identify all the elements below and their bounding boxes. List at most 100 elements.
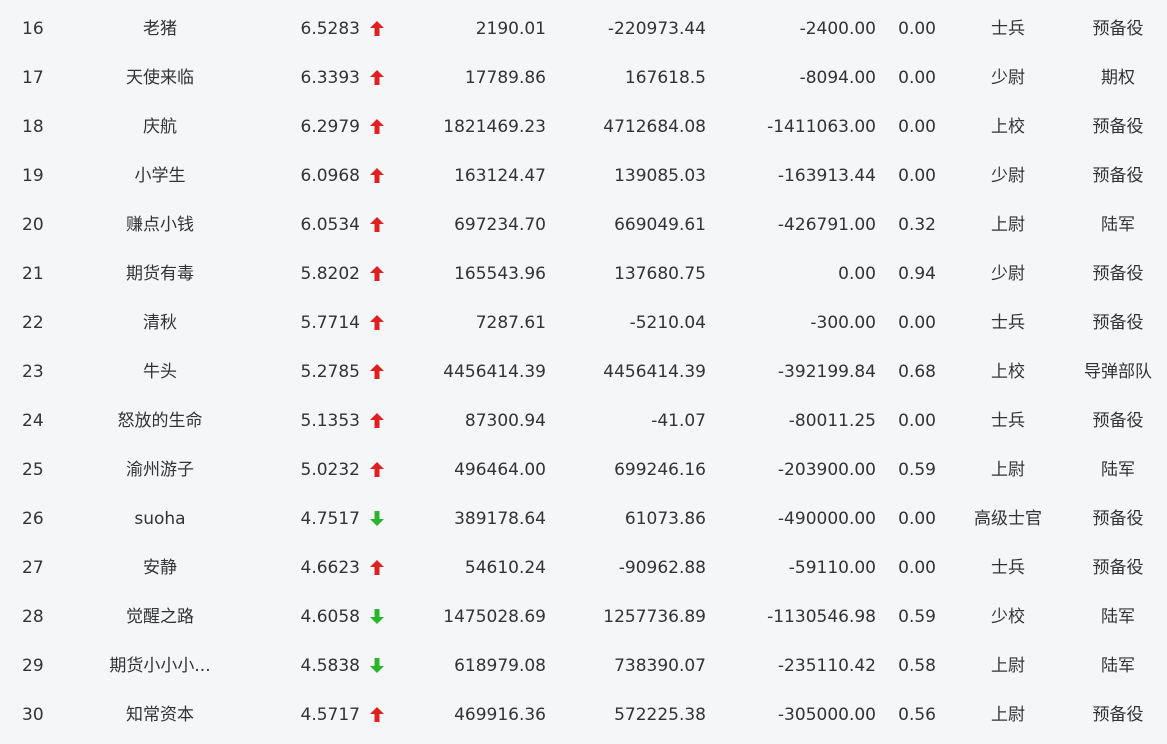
value-2-cell: 738390.07 (614, 656, 706, 676)
value-3-cell: -1411063.00 (767, 117, 876, 137)
arrow-down-icon (370, 511, 384, 527)
rank-cell: 27 (22, 558, 44, 578)
name-cell[interactable]: 怒放的生命 (95, 392, 225, 441)
score-cell: 4.6623 (300, 558, 360, 578)
rank-cell: 30 (22, 705, 44, 725)
ratio-cell: 0.00 (898, 411, 936, 431)
category-cell: 陆军 (1101, 607, 1135, 627)
value-2-cell: -41.07 (651, 411, 706, 431)
score-cell: 6.3393 (300, 68, 360, 88)
value-3-cell: -300.00 (810, 313, 876, 333)
value-2-cell: 167618.5 (624, 68, 706, 88)
value-2-cell: 139085.03 (614, 166, 706, 186)
table-row[interactable]: 24 怒放的生命 5.1353 87300.94 -41.07 -80011.2… (0, 392, 1167, 441)
table-row[interactable]: 21 期货有毒 5.8202 165543.96 137680.75 0.00 … (0, 245, 1167, 294)
score-cell: 5.0232 (300, 460, 360, 480)
name-cell[interactable]: 渝州游子 (95, 441, 225, 490)
value-2-cell: 572225.38 (614, 705, 706, 725)
value-3-cell: -163913.44 (777, 166, 876, 186)
table-row[interactable]: 19 小学生 6.0968 163124.47 139085.03 -16391… (0, 147, 1167, 196)
value-2-cell: 61073.86 (624, 509, 706, 529)
value-1-cell: 4456414.39 (443, 362, 546, 382)
table-row[interactable]: 28 觉醒之路 4.6058 1475028.69 1257736.89 -11… (0, 588, 1167, 637)
score-cell: 5.8202 (300, 264, 360, 284)
arrow-up-icon (370, 70, 384, 86)
ratio-cell: 0.32 (898, 215, 936, 235)
table-row[interactable]: 29 期货小小小... 4.5838 618979.08 738390.07 -… (0, 637, 1167, 686)
trend-cell (368, 245, 388, 294)
name-cell[interactable]: 知常资本 (95, 686, 225, 735)
ratio-cell: 0.00 (898, 19, 936, 39)
arrow-down-icon (370, 658, 384, 674)
value-1-cell: 54610.24 (464, 558, 546, 578)
rank-cell: 29 (22, 656, 44, 676)
category-cell: 陆军 (1101, 656, 1135, 676)
rank-cell: 25 (22, 460, 44, 480)
value-3-cell: 0.00 (838, 264, 876, 284)
category-cell: 陆军 (1101, 460, 1135, 480)
score-cell: 4.5838 (300, 656, 360, 676)
value-1-cell: 389178.64 (454, 509, 546, 529)
name-cell[interactable]: 天使来临 (95, 49, 225, 98)
table-row[interactable]: 20 赚点小钱 6.0534 697234.70 669049.61 -4267… (0, 196, 1167, 245)
category-cell: 期权 (1101, 68, 1135, 88)
score-cell: 4.6058 (300, 607, 360, 627)
table-row[interactable]: 26 suoha 4.7517 389178.64 61073.86 -4900… (0, 490, 1167, 539)
name-cell[interactable]: 赚点小钱 (95, 196, 225, 245)
value-1-cell: 17789.86 (464, 68, 546, 88)
rank-cell: 19 (22, 166, 44, 186)
arrow-up-icon (370, 168, 384, 184)
table-row[interactable]: 23 牛头 5.2785 4456414.39 4456414.39 -3921… (0, 343, 1167, 392)
trend-cell (368, 392, 388, 441)
score-cell: 6.0534 (300, 215, 360, 235)
table-row[interactable]: 18 庆航 6.2979 1821469.23 4712684.08 -1411… (0, 98, 1167, 147)
rank-cell: 26 (22, 509, 44, 529)
ranking-table-body: 16 老猪 6.5283 2190.01 -220973.44 -2400.00… (0, 0, 1167, 735)
ratio-cell: 0.68 (898, 362, 936, 382)
table-row[interactable]: 25 渝州游子 5.0232 496464.00 699246.16 -2039… (0, 441, 1167, 490)
trend-cell (368, 49, 388, 98)
name-cell[interactable]: suoha (95, 490, 225, 539)
name-cell[interactable]: 安静 (95, 539, 225, 588)
level-cell: 士兵 (991, 19, 1025, 39)
name-cell[interactable]: 牛头 (95, 343, 225, 392)
arrow-up-icon (370, 462, 384, 478)
ratio-cell: 0.00 (898, 68, 936, 88)
arrow-up-icon (370, 266, 384, 282)
trend-cell (368, 588, 388, 637)
category-cell: 预备役 (1092, 264, 1144, 284)
trend-cell (368, 343, 388, 392)
ratio-cell: 0.00 (898, 313, 936, 333)
name-cell[interactable]: 清秋 (95, 294, 225, 343)
name-cell[interactable]: 期货有毒 (95, 245, 225, 294)
ratio-cell: 0.58 (898, 656, 936, 676)
name-cell[interactable]: 小学生 (95, 147, 225, 196)
table-row[interactable]: 17 天使来临 6.3393 17789.86 167618.5 -8094.0… (0, 49, 1167, 98)
category-cell: 预备役 (1092, 117, 1144, 137)
value-3-cell: -235110.42 (777, 656, 876, 676)
level-cell: 少尉 (991, 68, 1025, 88)
rank-cell: 16 (22, 19, 44, 39)
value-2-cell: -220973.44 (607, 19, 706, 39)
arrow-up-icon (370, 560, 384, 576)
ratio-cell: 0.59 (898, 607, 936, 627)
level-cell: 少尉 (991, 264, 1025, 284)
value-3-cell: -8094.00 (799, 68, 876, 88)
table-row[interactable]: 30 知常资本 4.5717 469916.36 572225.38 -3050… (0, 686, 1167, 735)
name-cell[interactable]: 老猪 (95, 0, 225, 49)
arrow-up-icon (370, 364, 384, 380)
name-cell[interactable]: 觉醒之路 (95, 588, 225, 637)
value-2-cell: 4456414.39 (603, 362, 706, 382)
table-row[interactable]: 22 清秋 5.7714 7287.61 -5210.04 -300.00 0.… (0, 294, 1167, 343)
value-1-cell: 7287.61 (475, 313, 546, 333)
trend-cell (368, 637, 388, 686)
category-cell: 预备役 (1092, 509, 1144, 529)
value-1-cell: 469916.36 (454, 705, 546, 725)
table-row[interactable]: 27 安静 4.6623 54610.24 -90962.88 -59110.0… (0, 539, 1167, 588)
value-1-cell: 496464.00 (454, 460, 546, 480)
name-cell[interactable]: 庆航 (95, 98, 225, 147)
trend-cell (368, 147, 388, 196)
name-cell[interactable]: 期货小小小... (95, 637, 225, 686)
arrow-up-icon (370, 315, 384, 331)
table-row[interactable]: 16 老猪 6.5283 2190.01 -220973.44 -2400.00… (0, 0, 1167, 49)
